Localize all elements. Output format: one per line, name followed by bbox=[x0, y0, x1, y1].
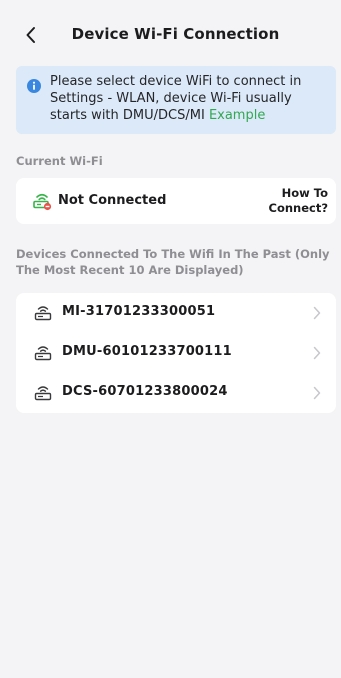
how-to-connect-link[interactable]: How To Connect? bbox=[248, 186, 329, 216]
device-row[interactable]: MI-31701233300051 bbox=[16, 293, 336, 333]
router-disconnected-icon bbox=[33, 193, 52, 211]
past-devices-list: MI-31701233300051 DMU-60101233700111 DCS… bbox=[16, 293, 336, 413]
device-name: MI-31701233300051 bbox=[62, 304, 216, 319]
header-bar: Device Wi-Fi Connection bbox=[0, 18, 341, 52]
info-banner: Please select device WiFi to connect in … bbox=[16, 66, 336, 134]
device-row[interactable]: DCS-60701233800024 bbox=[16, 373, 336, 413]
connection-status: Not Connected bbox=[58, 193, 167, 208]
device-row[interactable]: DMU-60101233700111 bbox=[16, 333, 336, 373]
past-devices-label: Devices Connected To The Wifi In The Pas… bbox=[16, 247, 330, 277]
how-to-connect-line1: How To bbox=[281, 186, 328, 200]
router-icon bbox=[34, 306, 52, 321]
current-wifi-card: Not Connected How To Connect? bbox=[16, 178, 336, 224]
router-icon bbox=[34, 346, 52, 361]
info-message: Please select device WiFi to connect in … bbox=[50, 73, 330, 124]
current-wifi-label: Current Wi-Fi bbox=[16, 154, 103, 168]
chevron-right-icon bbox=[313, 386, 321, 400]
chevron-right-icon bbox=[313, 306, 321, 320]
page-title: Device Wi-Fi Connection bbox=[71, 25, 280, 43]
wifi-connection-page: Device Wi-Fi Connection Please select de… bbox=[0, 0, 341, 678]
how-to-connect-line2: Connect? bbox=[268, 201, 329, 215]
example-link[interactable]: Example bbox=[209, 108, 265, 123]
info-icon bbox=[27, 79, 41, 93]
device-name: DMU-60101233700111 bbox=[62, 344, 232, 359]
router-icon bbox=[34, 386, 52, 401]
chevron-right-icon bbox=[313, 346, 321, 360]
device-name: DCS-60701233800024 bbox=[62, 384, 228, 399]
